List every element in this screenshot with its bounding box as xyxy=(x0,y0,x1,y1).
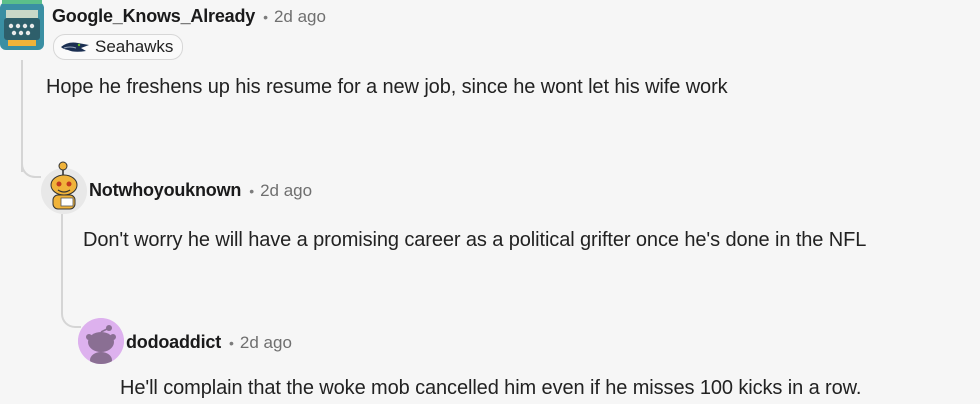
comment-timestamp[interactable]: 2d ago xyxy=(260,181,312,201)
user-flair: Seahawks xyxy=(53,34,184,60)
comment-body: Don't worry he will have a promising car… xyxy=(83,229,867,251)
thread-connector-2 xyxy=(61,300,81,328)
comment-body: He'll complain that the woke mob cancell… xyxy=(120,377,862,399)
comment-username[interactable]: dodoaddict xyxy=(126,332,221,353)
thread-connector-1 xyxy=(21,150,41,178)
comment-timestamp[interactable]: 2d ago xyxy=(274,7,326,27)
snoo-avatar-typewriter-icon[interactable] xyxy=(0,0,44,62)
comment-username[interactable]: Google_Knows_Already xyxy=(52,6,255,27)
separator-dot: • xyxy=(263,8,268,25)
comment-username[interactable]: Notwhoyouknown xyxy=(89,180,241,201)
seahawks-logo-icon xyxy=(61,42,89,52)
thread-line-level-2[interactable] xyxy=(61,214,63,310)
snoo-avatar-default-icon[interactable] xyxy=(78,318,124,364)
snoo-avatar-orange-icon[interactable] xyxy=(39,160,89,214)
flair-label: Seahawks xyxy=(95,37,174,56)
separator-dot: • xyxy=(249,182,255,199)
comment-timestamp[interactable]: 2d ago xyxy=(240,333,292,353)
separator-dot: • xyxy=(229,334,234,351)
comment-body: Hope he freshens up his resume for a new… xyxy=(46,76,728,98)
